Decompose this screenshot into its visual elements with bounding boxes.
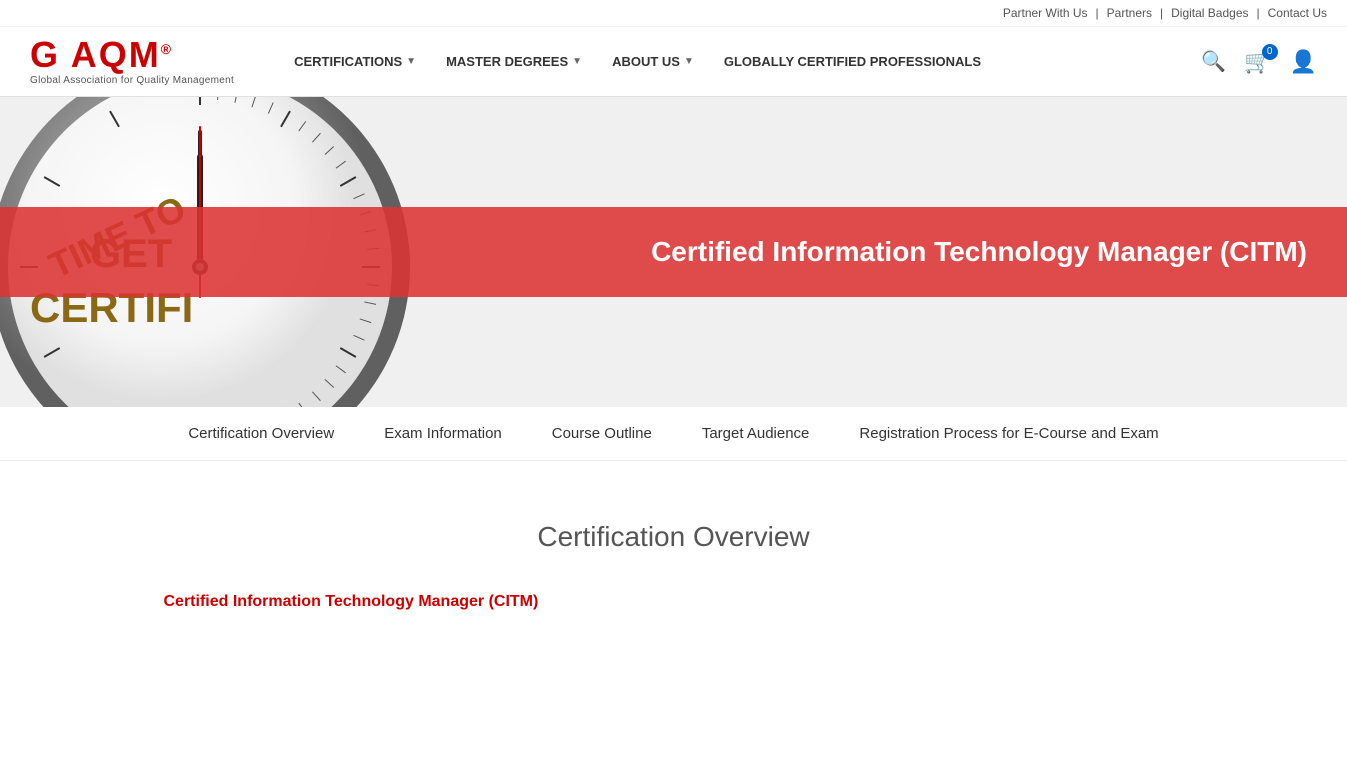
- section-title: Certification Overview: [164, 521, 1184, 553]
- hero-banner: TIME TO GET CERTIFI Certified Informatio…: [0, 97, 1347, 407]
- nav-certifications[interactable]: CERTIFICATIONS ▼: [294, 54, 416, 69]
- chevron-down-icon: ▼: [572, 56, 582, 67]
- nav-globally-certified[interactable]: GLOBALLY CERTIFIED PROFESSIONALS: [724, 54, 981, 69]
- nav-about-us[interactable]: ABOUT US ▼: [612, 54, 694, 69]
- chevron-down-icon: ▼: [406, 56, 416, 67]
- search-icon[interactable]: 🔍: [1201, 49, 1226, 74]
- cart-badge: 0: [1262, 44, 1278, 60]
- nav-links: CERTIFICATIONS ▼ MASTER DEGREES ▼ ABOUT …: [294, 54, 1201, 69]
- sub-nav: Certification Overview Exam Information …: [0, 407, 1347, 461]
- sep1: |: [1096, 6, 1099, 20]
- tab-exam-information[interactable]: Exam Information: [384, 425, 502, 442]
- nav-master-degrees[interactable]: MASTER DEGREES ▼: [446, 54, 582, 69]
- sep2: |: [1160, 6, 1163, 20]
- user-icon[interactable]: 👤: [1290, 49, 1317, 75]
- nav-actions: 🔍 🛒 0 👤: [1201, 49, 1317, 75]
- chevron-down-icon: ▼: [684, 56, 694, 67]
- logo[interactable]: G AQM® Global Association for Quality Ma…: [30, 37, 234, 86]
- partners-link[interactable]: Partners: [1107, 6, 1152, 20]
- cart-button[interactable]: 🛒 0: [1244, 49, 1271, 75]
- partner-with-us-link[interactable]: Partner With Us: [1003, 6, 1088, 20]
- sep3: |: [1257, 6, 1260, 20]
- logo-subtitle: Global Association for Quality Managemen…: [30, 75, 234, 86]
- tab-registration-process[interactable]: Registration Process for E-Course and Ex…: [859, 425, 1158, 442]
- tab-course-outline[interactable]: Course Outline: [552, 425, 652, 442]
- digital-badges-link[interactable]: Digital Badges: [1171, 6, 1248, 20]
- contact-us-link[interactable]: Contact Us: [1268, 6, 1327, 20]
- tab-certification-overview[interactable]: Certification Overview: [188, 425, 334, 442]
- logo-text: G AQM®: [30, 37, 234, 73]
- utility-bar: Partner With Us | Partners | Digital Bad…: [0, 0, 1347, 27]
- tab-target-audience[interactable]: Target Audience: [702, 425, 810, 442]
- hero-red-overlay: Certified Information Technology Manager…: [0, 207, 1347, 297]
- hero-title: Certified Information Technology Manager…: [651, 236, 1307, 268]
- cert-overview-link[interactable]: Certified Information Technology Manager…: [164, 593, 539, 610]
- main-nav: G AQM® Global Association for Quality Ma…: [0, 27, 1347, 97]
- content-area: Certification Overview Certified Informa…: [124, 461, 1224, 651]
